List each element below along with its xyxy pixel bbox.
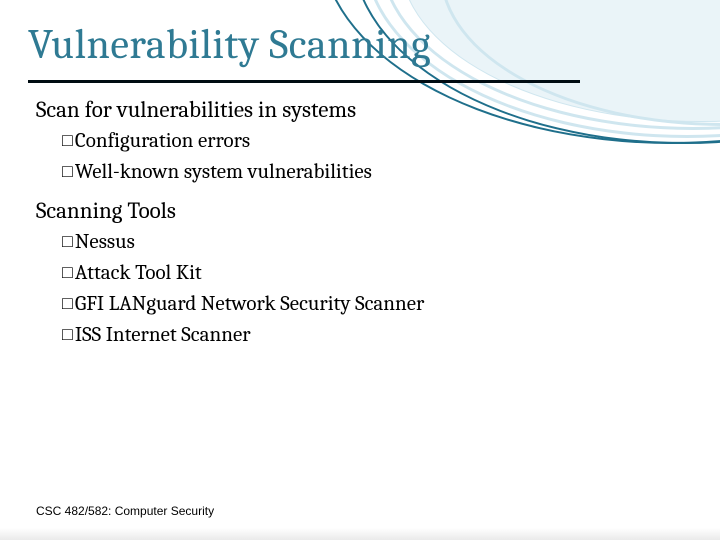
square-bullet-icon: □ — [62, 263, 73, 281]
square-bullet-icon: □ — [62, 294, 73, 312]
list-item-text: Well-known system vulnerabilities — [75, 160, 372, 184]
slide-title: Vulnerability Scanning — [28, 20, 431, 69]
section-heading: Scan for vulnerabilities in systems — [36, 94, 676, 125]
section-heading: Scanning Tools — [36, 195, 676, 226]
slide: Vulnerability Scanning Scan for vulnerab… — [0, 0, 720, 540]
bottom-gradient — [0, 528, 720, 540]
list-item: □Attack Tool Kit — [62, 259, 676, 288]
body-content: Scan for vulnerabilities in systems □Con… — [36, 92, 676, 352]
list-item-text: Attack Tool Kit — [75, 261, 202, 285]
list-item-text: ISS Internet Scanner — [75, 323, 251, 347]
list-item-text: Configuration errors — [75, 129, 250, 153]
square-bullet-icon: □ — [62, 131, 73, 149]
list-item-text: Nessus — [75, 230, 135, 254]
square-bullet-icon: □ — [62, 162, 73, 180]
title-underline — [28, 80, 580, 83]
list-item-text: GFI LANguard Network Security Scanner — [75, 292, 424, 316]
list-item: □ISS Internet Scanner — [62, 321, 676, 350]
footer-text: CSC 482/582: Computer Security — [36, 504, 214, 518]
list-item: □Nessus — [62, 228, 676, 257]
square-bullet-icon: □ — [62, 325, 73, 343]
list-item: □Configuration errors — [62, 127, 676, 156]
list-item: □Well-known system vulnerabilities — [62, 158, 676, 187]
list-item: □GFI LANguard Network Security Scanner — [62, 290, 676, 319]
square-bullet-icon: □ — [62, 232, 73, 250]
